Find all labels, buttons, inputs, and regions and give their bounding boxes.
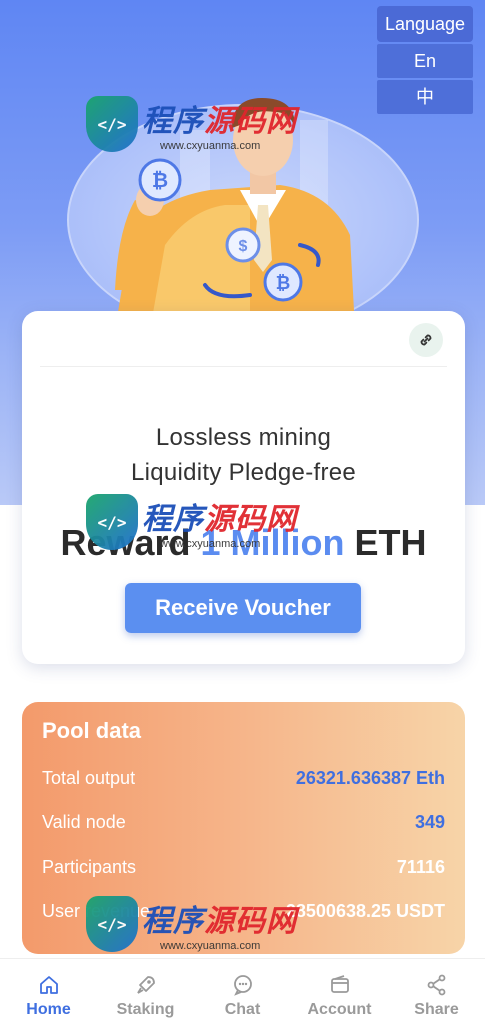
- watermark-logo: </> 程序源码网 www.cxyuanma.com: [86, 494, 297, 550]
- language-dropdown-button[interactable]: Language: [377, 6, 473, 42]
- pool-title: Pool data: [42, 718, 142, 743]
- copy-link-button[interactable]: [409, 323, 443, 357]
- watermark-text: 程序源码网 www.cxyuanma.com: [142, 96, 297, 152]
- watermark-text: 程序源码网 www.cxyuanma.com: [142, 896, 297, 952]
- pool-row: Participants 71116: [42, 857, 445, 878]
- pool-value-total-output: 26321.636387 Eth: [295, 768, 445, 788]
- wallet-icon: [330, 975, 349, 993]
- watermark-cn: 程序源码网: [142, 904, 297, 939]
- watermark-url: www.cxyuanma.com: [160, 538, 261, 550]
- tagline-lossless: Lossless mining: [155, 424, 332, 451]
- watermark-logo: </> 程序源码网 www.cxyuanma.com: [86, 96, 297, 152]
- link-icon: [420, 334, 432, 346]
- pool-label-participants: Participants: [42, 857, 137, 877]
- tab-home[interactable]: Home: [0, 959, 97, 1024]
- tab-label: Chat: [224, 1001, 261, 1018]
- tab-share[interactable]: Share: [388, 959, 485, 1024]
- code-badge-icon: </>: [86, 494, 138, 550]
- pool-value-user-revenue: 28500638.25 USDT: [285, 901, 445, 921]
- chat-icon: [233, 975, 252, 996]
- tab-chat[interactable]: Chat: [194, 959, 291, 1024]
- code-badge-icon: </>: [86, 896, 138, 952]
- language-option-en[interactable]: En: [377, 44, 473, 78]
- pool-value-participants: 71116: [396, 857, 445, 877]
- tab-label: Staking: [116, 1001, 175, 1018]
- card-divider: [40, 366, 447, 367]
- pool-row: Valid node 349: [42, 812, 445, 833]
- svg-text:₿: ₿: [152, 170, 168, 192]
- watermark-cn: 程序源码网: [142, 502, 297, 537]
- watermark-url: www.cxyuanma.com: [160, 940, 261, 952]
- share-icon: [427, 974, 445, 996]
- home-icon: [39, 976, 58, 994]
- svg-text:$: $: [239, 238, 248, 255]
- pool-row: Total output 26321.636387 Eth: [42, 768, 445, 789]
- tab-staking[interactable]: Staking: [97, 959, 194, 1024]
- rocket-icon: [136, 976, 155, 994]
- language-option-zh[interactable]: 中: [377, 80, 473, 114]
- language-menu: Language En 中: [377, 6, 473, 114]
- tagline-liquidity: Liquidity Pledge-free: [130, 459, 357, 486]
- watermark-cn: 程序源码网: [142, 104, 297, 139]
- bottom-tab-bar: Home Staking Chat Account Share: [0, 958, 485, 1024]
- tab-label: Account: [307, 1001, 372, 1018]
- pool-value-valid-node: 349: [414, 812, 445, 832]
- watermark-url: www.cxyuanma.com: [160, 140, 261, 152]
- tab-label: Share: [414, 1001, 459, 1018]
- tab-account[interactable]: Account: [291, 959, 388, 1024]
- tab-label: Home: [26, 1001, 71, 1018]
- watermark-logo: </> 程序源码网 www.cxyuanma.com: [86, 896, 297, 952]
- mining-promo-card: Lossless mining Liquidity Pledge-free Re…: [22, 311, 465, 664]
- code-badge-icon: </>: [86, 96, 138, 152]
- pool-label-total-output: Total output: [42, 768, 136, 788]
- receive-voucher-button[interactable]: Receive Voucher: [125, 583, 361, 633]
- pool-label-valid-node: Valid node: [42, 812, 126, 832]
- svg-text:₿: ₿: [276, 273, 291, 293]
- watermark-text: 程序源码网 www.cxyuanma.com: [142, 494, 297, 550]
- reward-unit: ETH: [354, 522, 427, 563]
